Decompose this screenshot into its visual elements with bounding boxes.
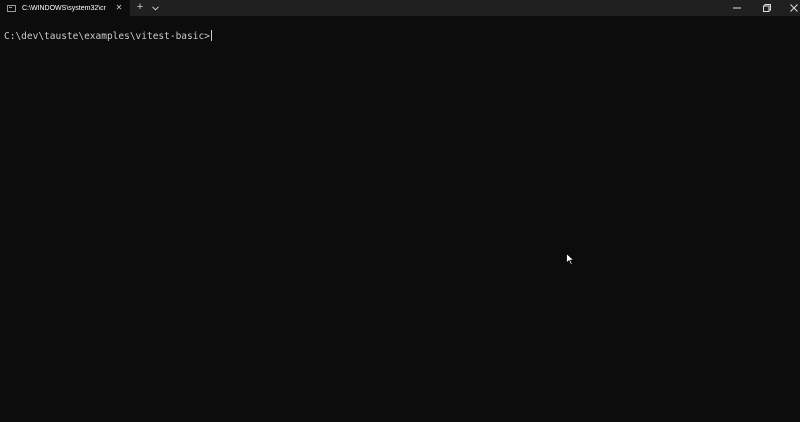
tab-title: C:\WINDOWS\system32\cmd.	[22, 4, 106, 12]
title-bar: C:\WINDOWS\system32\cmd. ✕ +	[0, 0, 800, 16]
close-icon	[790, 4, 798, 12]
minimize-button[interactable]	[720, 0, 754, 16]
chevron-down-icon	[151, 5, 159, 11]
tab-cmd[interactable]: C:\WINDOWS\system32\cmd. ✕	[0, 0, 130, 16]
text-cursor	[210, 30, 212, 41]
minimize-icon	[733, 7, 741, 9]
tab-dropdown-button[interactable]	[149, 0, 161, 16]
command-prompt: C:\dev\tauste\examples\vitest-basic>	[4, 31, 210, 42]
new-tab-button[interactable]: +	[134, 0, 146, 16]
terminal-output[interactable]: C:\dev\tauste\examples\vitest-basic>	[4, 30, 212, 43]
tab-close-button[interactable]: ✕	[114, 3, 124, 13]
terminal-window: C:\WINDOWS\system32\cmd. ✕ +	[0, 0, 800, 422]
mouse-pointer-icon	[566, 253, 575, 266]
close-window-button[interactable]	[777, 0, 800, 16]
terminal-icon	[7, 4, 16, 12]
restore-icon	[763, 4, 771, 12]
